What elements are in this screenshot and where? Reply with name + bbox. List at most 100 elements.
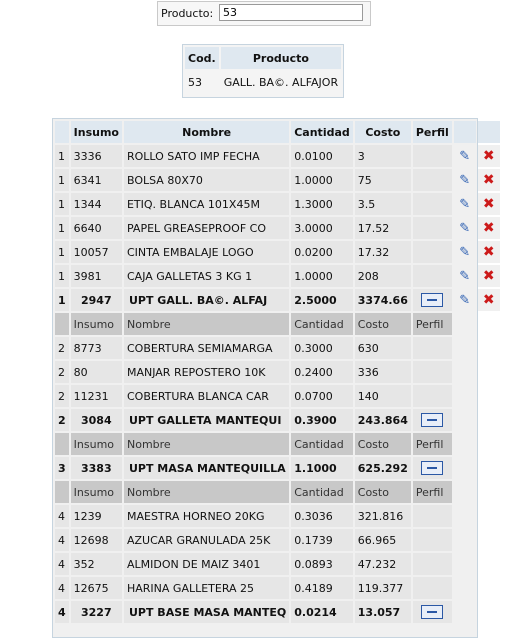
perfil-cell [412, 385, 452, 407]
edit-pencil-icon[interactable]: ✎ [457, 172, 473, 188]
level-cell: 1 [55, 145, 69, 167]
edit-pencil-icon[interactable]: ✎ [457, 292, 473, 308]
cantidad-cell: 0.0893 [291, 553, 353, 575]
collapse-button[interactable] [421, 293, 444, 307]
empty-cell [454, 457, 476, 479]
empty-cell [478, 505, 500, 527]
perfil-header: Perfil [412, 121, 452, 143]
table-row: 2 80 MANJAR REPOSTERO 10K 0.2400 336 [55, 361, 500, 383]
costo-cell: 630 [354, 337, 411, 359]
upt-row: 4 3227 UPT BASE MASA MANTEQ 0.0214 13.057 [55, 601, 500, 623]
sub-perfil-header: Perfil [412, 433, 452, 455]
delete-x-icon[interactable]: ✖ [481, 268, 497, 284]
empty-cell [454, 529, 476, 551]
costo-cell: 140 [354, 385, 411, 407]
edit-cell: ✎ [453, 193, 476, 215]
level-cell: 4 [55, 505, 69, 527]
edit-pencil-icon[interactable]: ✎ [457, 196, 473, 212]
insumo-cell: 352 [70, 553, 122, 575]
nombre-header: Nombre [123, 121, 290, 143]
sub-cantidad-header: Cantidad [291, 433, 353, 455]
insumo-cell: 1239 [70, 505, 122, 527]
cantidad-cell: 2.5000 [291, 289, 353, 311]
insumo-cell: 10057 [70, 241, 122, 263]
costo-cell: 208 [354, 265, 411, 287]
edit-pencil-icon[interactable]: ✎ [457, 148, 473, 164]
delete-x-icon[interactable]: ✖ [481, 148, 497, 164]
sub-cantidad-header: Cantidad [291, 313, 353, 335]
level-cell: 1 [55, 169, 69, 191]
level-cell: 2 [55, 385, 69, 407]
product-code: 53 [185, 71, 219, 93]
table-row: 1 6640 PAPEL GREASEPROOF CO 3.0000 17.52 ✎ ✖ [55, 217, 500, 239]
edit-cell: ✎ [453, 265, 476, 287]
insumo-cell: 2947 [70, 289, 122, 311]
delete-cell: ✖ [477, 265, 500, 287]
delete-x-icon[interactable]: ✖ [481, 220, 497, 236]
delete-x-icon[interactable]: ✖ [481, 244, 497, 260]
perfil-cell [412, 265, 452, 287]
edit-pencil-icon[interactable]: ✎ [457, 220, 473, 236]
collapse-button[interactable] [421, 413, 444, 427]
cantidad-header: Cantidad [291, 121, 353, 143]
nombre-cell: MANJAR REPOSTERO 10K [123, 361, 290, 383]
table-row: 4 12675 HARINA GALLETERA 25 0.4189 119.377 [55, 577, 500, 599]
costo-cell: 336 [354, 361, 411, 383]
collapse-button[interactable] [421, 605, 444, 619]
empty-cell [478, 313, 500, 335]
edit-pencil-icon[interactable]: ✎ [457, 268, 473, 284]
table-row: 2 8773 COBERTURA SEMIAMARGA 0.3000 630 [55, 337, 500, 359]
empty-cell [454, 433, 476, 455]
perfil-cell [412, 169, 452, 191]
empty-cell [478, 577, 500, 599]
empty-cell [478, 457, 500, 479]
delete-x-icon[interactable]: ✖ [481, 196, 497, 212]
empty-cell [478, 553, 500, 575]
product-input[interactable] [219, 4, 363, 21]
empty-cell [478, 529, 500, 551]
nombre-cell: MAESTRA HORNEO 20KG [123, 505, 290, 527]
product-label: Producto: [161, 7, 214, 20]
nombre-cell: BOLSA 80X70 [123, 169, 290, 191]
delete-cell: ✖ [477, 145, 500, 167]
empty-cell [478, 385, 500, 407]
perfil-cell [412, 601, 452, 623]
empty-cell [478, 601, 500, 623]
nombre-cell: UPT GALL. BA©. ALFAJ [123, 289, 290, 311]
nombre-cell: PAPEL GREASEPROOF CO [123, 217, 290, 239]
perfil-cell [412, 529, 452, 551]
costo-cell: 17.52 [354, 217, 411, 239]
insumo-cell: 11231 [70, 385, 122, 407]
sub-perfil-header: Perfil [412, 313, 452, 335]
collapse-button[interactable] [421, 461, 444, 475]
perfil-cell [412, 457, 452, 479]
insumo-cell: 6341 [70, 169, 122, 191]
edit-cell: ✎ [453, 241, 476, 263]
level-cell: 4 [55, 553, 69, 575]
cantidad-cell: 3.0000 [291, 217, 353, 239]
delete-x-icon[interactable]: ✖ [481, 292, 497, 308]
subcomponent-header-row: Insumo Nombre Cantidad Costo Perfil [55, 313, 500, 335]
insumo-cell: 1344 [70, 193, 122, 215]
insumo-header: Insumo [70, 121, 122, 143]
cantidad-cell: 0.0200 [291, 241, 353, 263]
edit-pencil-icon[interactable]: ✎ [457, 244, 473, 260]
delete-col-header [477, 121, 500, 143]
perfil-cell [412, 289, 452, 311]
empty-cell [454, 481, 476, 503]
cantidad-cell: 0.1739 [291, 529, 353, 551]
costo-cell: 119.377 [354, 577, 411, 599]
table-row: 1 10057 CINTA EMBALAJE LOGO 0.0200 17.32 ✎ ✖ [55, 241, 500, 263]
table-row: 4 1239 MAESTRA HORNEO 20KG 0.3036 321.816 [55, 505, 500, 527]
level-cell: 2 [55, 337, 69, 359]
perfil-cell [412, 241, 452, 263]
nombre-cell: UPT BASE MASA MANTEQ [123, 601, 290, 623]
product-search-bar: Producto: [157, 1, 371, 26]
insumo-cell: 80 [70, 361, 122, 383]
costo-cell: 47.232 [354, 553, 411, 575]
delete-x-icon[interactable]: ✖ [481, 172, 497, 188]
empty-cell [454, 505, 476, 527]
producto-header: Producto [220, 47, 342, 69]
cantidad-cell: 1.0000 [291, 169, 353, 191]
level-cell: 4 [55, 577, 69, 599]
